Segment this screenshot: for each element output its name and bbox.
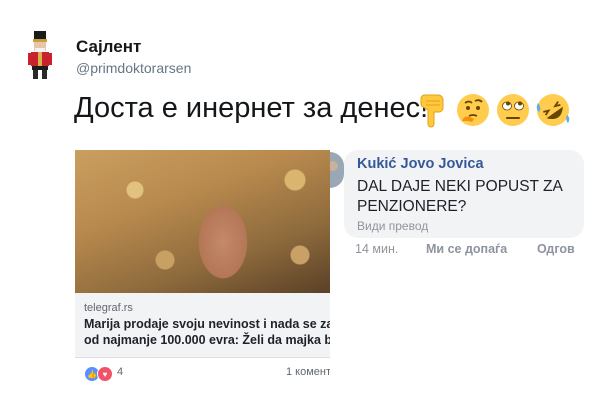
thinking-face-icon <box>457 94 489 126</box>
commenter-avatar[interactable] <box>330 150 344 190</box>
commenter-photo-icon <box>330 150 344 190</box>
comment-count[interactable]: 1 комент <box>286 366 330 378</box>
article-photo[interactable] <box>75 150 330 293</box>
reaction-count[interactable]: 4 <box>117 366 123 378</box>
love-icon: ♥ <box>97 366 113 382</box>
emoji-row <box>414 91 572 129</box>
comment-text: DAL DAJE NEKI POPUST ZA PENZIONERE? <box>357 178 563 215</box>
nutcracker-avatar-icon <box>28 31 52 79</box>
eye-roll-face-icon <box>497 94 529 126</box>
article-link-preview[interactable]: telegraf.rs Marija prodaje svoju nevinos… <box>75 293 330 358</box>
article-domain: telegraf.rs <box>84 302 133 314</box>
article-headline-line2: od najmanje 100.000 evra: Želi da majka … <box>84 333 330 347</box>
comment-author[interactable]: Kukić Jovo Jovica <box>357 156 484 172</box>
comment-like-link[interactable]: Ми се допаѓа <box>426 242 507 256</box>
author-handle[interactable]: @primdoktorarsen <box>76 60 191 76</box>
avatar[interactable] <box>24 31 56 79</box>
point-down-icon <box>420 94 444 128</box>
article-headline-line1: Marija prodaje svoju nevinost i nada se … <box>84 317 330 331</box>
comment-timestamp[interactable]: 14 мин. <box>355 242 398 256</box>
reaction-icons[interactable]: 👍 ♥ <box>84 366 113 382</box>
see-translation-link[interactable]: Види превод <box>357 219 428 233</box>
post-stats-bar: 👍 ♥ 4 1 комент <box>75 357 330 388</box>
author-name[interactable]: Сајлент <box>76 37 141 57</box>
shared-post-card[interactable]: telegraf.rs Marija prodaje svoju nevinos… <box>75 150 330 388</box>
comment-actions: 14 мин. Ми се допаѓа Одгов <box>355 242 595 258</box>
tweet-text: Доста е инернет за денес! <box>74 92 429 124</box>
article-headline[interactable]: Marija prodaje svoju nevinost i nada se … <box>84 316 330 348</box>
comment-reply-link[interactable]: Одгов <box>537 242 575 256</box>
rolling-laughing-face-icon <box>536 94 570 126</box>
comment-bubble: Kukić Jovo Jovica DAL DAJE NEKI POPUST Z… <box>344 150 584 238</box>
